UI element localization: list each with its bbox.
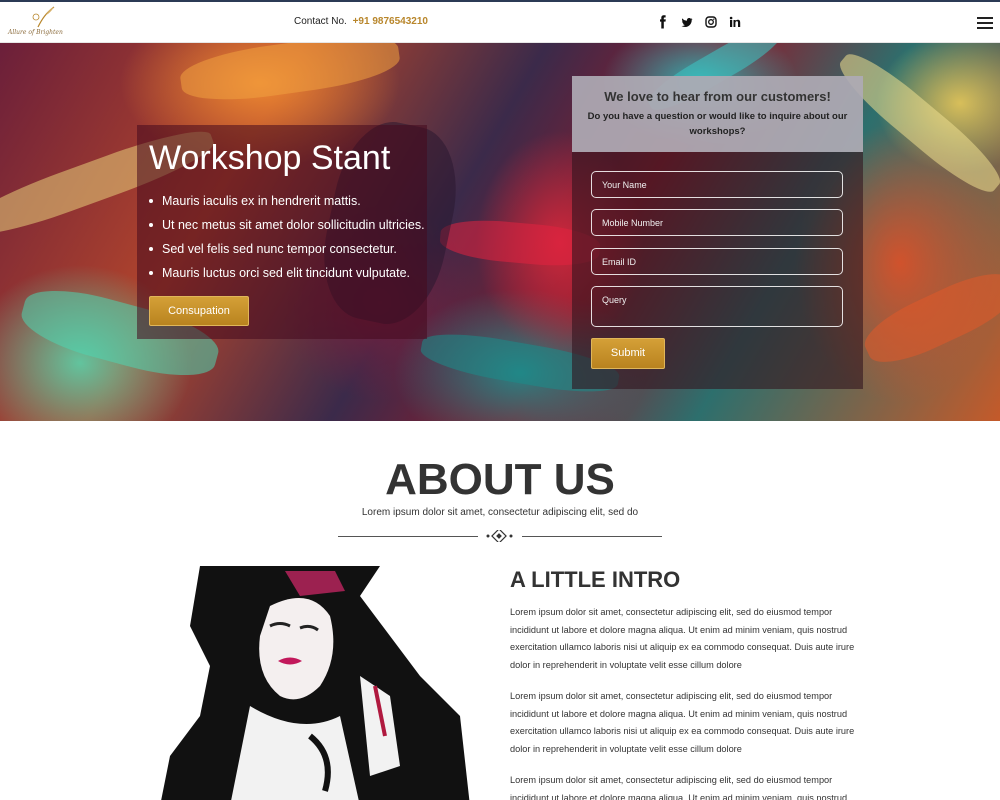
list-item: Ut nec metus sit amet dolor sollicitudin… (149, 213, 425, 237)
instagram-icon[interactable] (705, 15, 717, 29)
query-field[interactable] (591, 286, 843, 327)
site-header: Allure of Brighten Contact No. +91 98765… (0, 2, 1000, 43)
section-divider (338, 530, 662, 542)
contact-number[interactable]: +91 9876543210 (353, 16, 428, 27)
workshop-panel: Workshop Stant Mauris iaculis ex in hend… (137, 125, 427, 339)
hamburger-icon[interactable] (977, 17, 993, 29)
site-logo[interactable]: Allure of Brighten (8, 5, 66, 41)
hero-banner: Workshop Stant Mauris iaculis ex in hend… (0, 43, 1000, 421)
intro-paragraph: Lorem ipsum dolor sit amet, consectetur … (510, 775, 848, 800)
social-links (657, 15, 741, 29)
form-header: We love to hear from our customers! Do y… (572, 76, 863, 152)
intro-paragraph: Lorem ipsum dolor sit amet, consectetur … (510, 691, 855, 754)
intro-paragraph: Lorem ipsum dolor sit amet, consectetur … (510, 607, 855, 670)
diamond-ornament-icon (486, 530, 513, 542)
hero-title: Workshop Stant (149, 139, 391, 177)
about-subtitle: Lorem ipsum dolor sit amet, consectetur … (361, 507, 639, 518)
logo-text: Allure of Brighten (8, 29, 63, 36)
twitter-icon[interactable] (681, 15, 693, 29)
consultation-button[interactable]: Consupation (149, 296, 249, 326)
list-item: Mauris iaculis ex in hendrerit mattis. (149, 189, 425, 213)
about-title: ABOUT US (385, 455, 615, 504)
submit-button[interactable]: Submit (591, 338, 665, 369)
linkedin-icon[interactable] (729, 15, 741, 29)
logo-feather-icon (32, 6, 55, 28)
mobile-field[interactable] (591, 209, 843, 236)
contact-info: Contact No. +91 9876543210 (294, 16, 428, 27)
form-title: We love to hear from our customers! (604, 89, 831, 104)
list-item: Sed vel felis sed nunc tempor consectetu… (149, 237, 425, 261)
portrait-illustration (160, 566, 470, 800)
list-item: Mauris luctus orci sed elit tincidunt vu… (149, 261, 425, 285)
intro-title: A LITTLE INTRO (510, 567, 681, 592)
facebook-icon[interactable] (657, 15, 669, 29)
contact-label: Contact No. (294, 16, 347, 27)
workshop-bullets: Mauris iaculis ex in hendrerit mattis. U… (149, 189, 425, 285)
name-field[interactable] (591, 171, 843, 198)
form-subtitle: Do you have a question or would like to … (587, 111, 848, 137)
inquiry-form: We love to hear from our customers! Do y… (572, 76, 863, 389)
email-field[interactable] (591, 248, 843, 275)
